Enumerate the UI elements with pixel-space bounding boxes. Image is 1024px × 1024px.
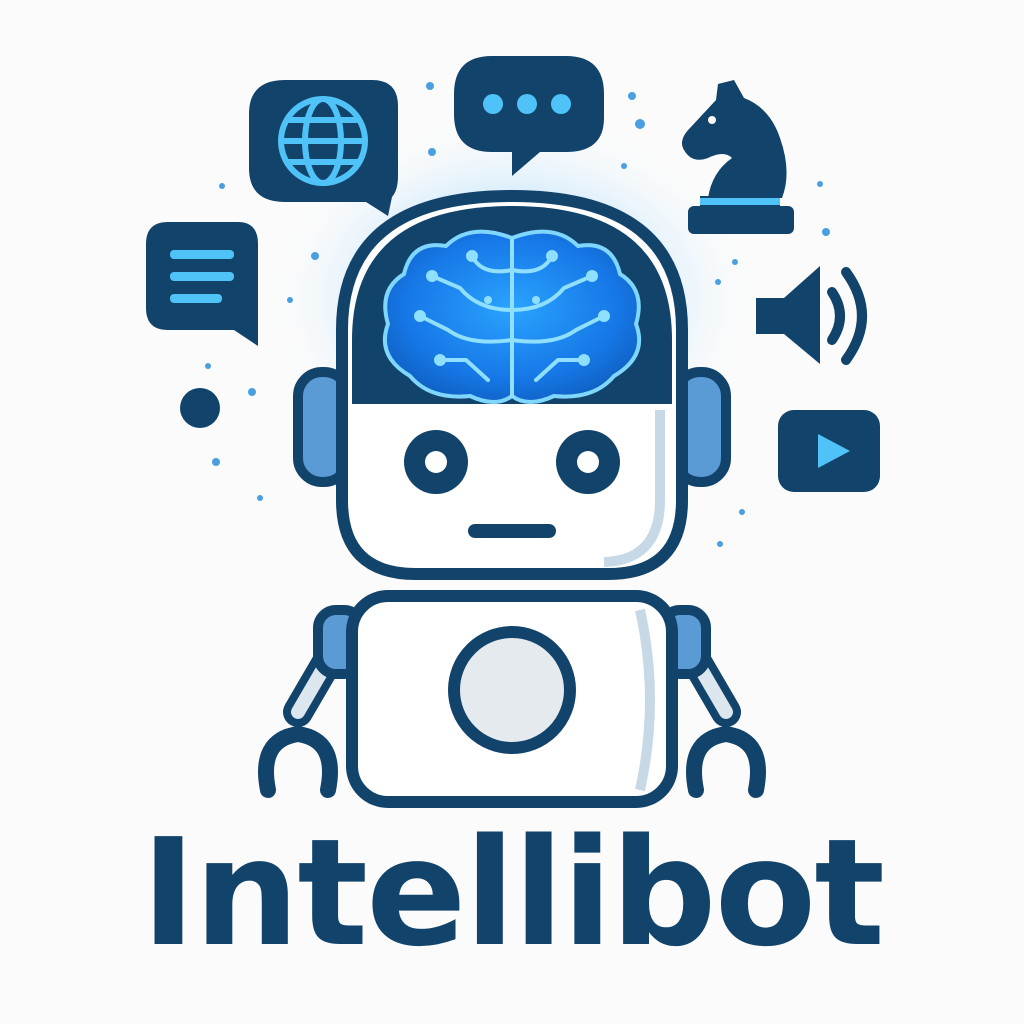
globe-chat-icon [249, 80, 398, 216]
video-play-icon [778, 410, 880, 492]
logo-canvas: Intellibot [0, 0, 1024, 1024]
robot-body [346, 590, 678, 808]
accent-dot [180, 388, 220, 428]
brain-circuit-icon [382, 229, 642, 404]
brand-name: Intellibot [140, 807, 885, 979]
message-lines-icon [146, 222, 258, 346]
chess-knight-icon [682, 80, 794, 234]
speaker-volume-icon [756, 266, 867, 365]
